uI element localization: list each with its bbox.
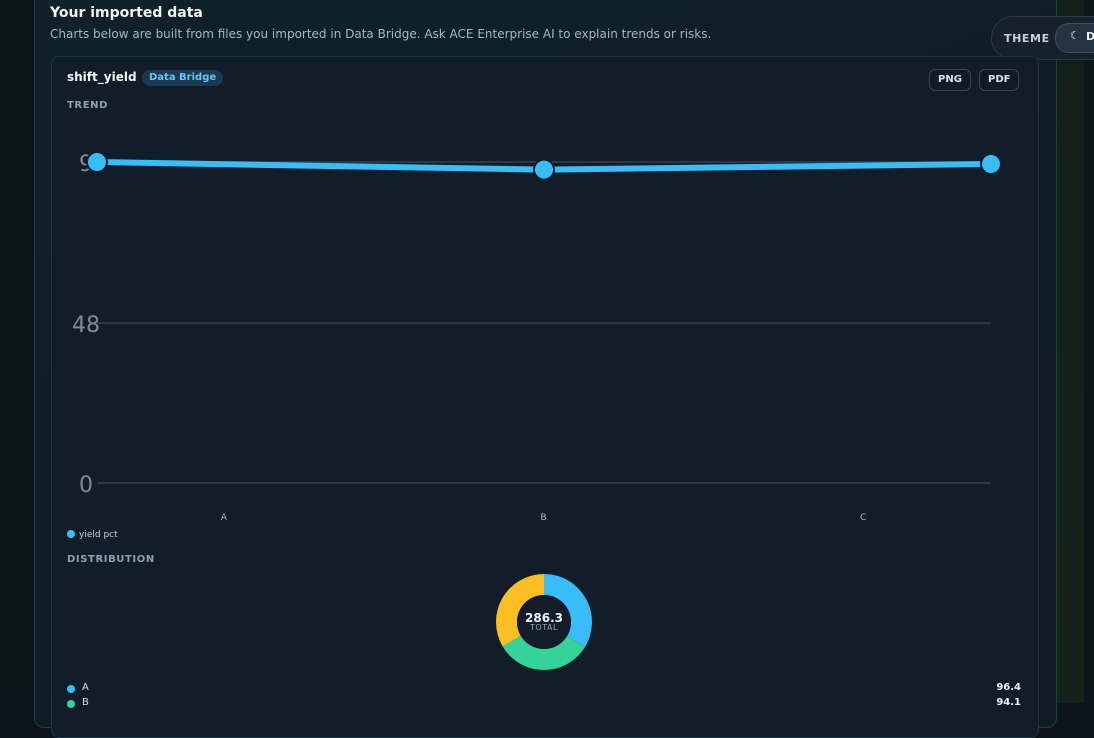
y-tick-label: 0 xyxy=(79,473,93,498)
distribution-row-label: A xyxy=(82,682,89,693)
data-point xyxy=(87,152,107,172)
data-point xyxy=(981,154,1001,174)
distribution-dot xyxy=(67,700,75,708)
data-point xyxy=(534,160,554,180)
x-tick-label: C xyxy=(860,513,866,523)
y-tick-label: 48 xyxy=(72,313,100,338)
distribution-dot xyxy=(67,685,75,693)
trend-chart: 0489 ABC xyxy=(0,0,1094,703)
distribution-label: DISTRIBUTION xyxy=(67,554,155,565)
x-tick-label: B xyxy=(540,513,546,523)
legend-label: yield pct xyxy=(79,530,118,540)
legend-item-yield-pct: yield pct xyxy=(67,530,118,540)
donut-total-label: TOTAL xyxy=(504,623,584,632)
x-tick-label: A xyxy=(221,513,228,523)
legend-dot xyxy=(67,530,75,538)
distribution-row-value: 96.4 xyxy=(996,682,1021,693)
